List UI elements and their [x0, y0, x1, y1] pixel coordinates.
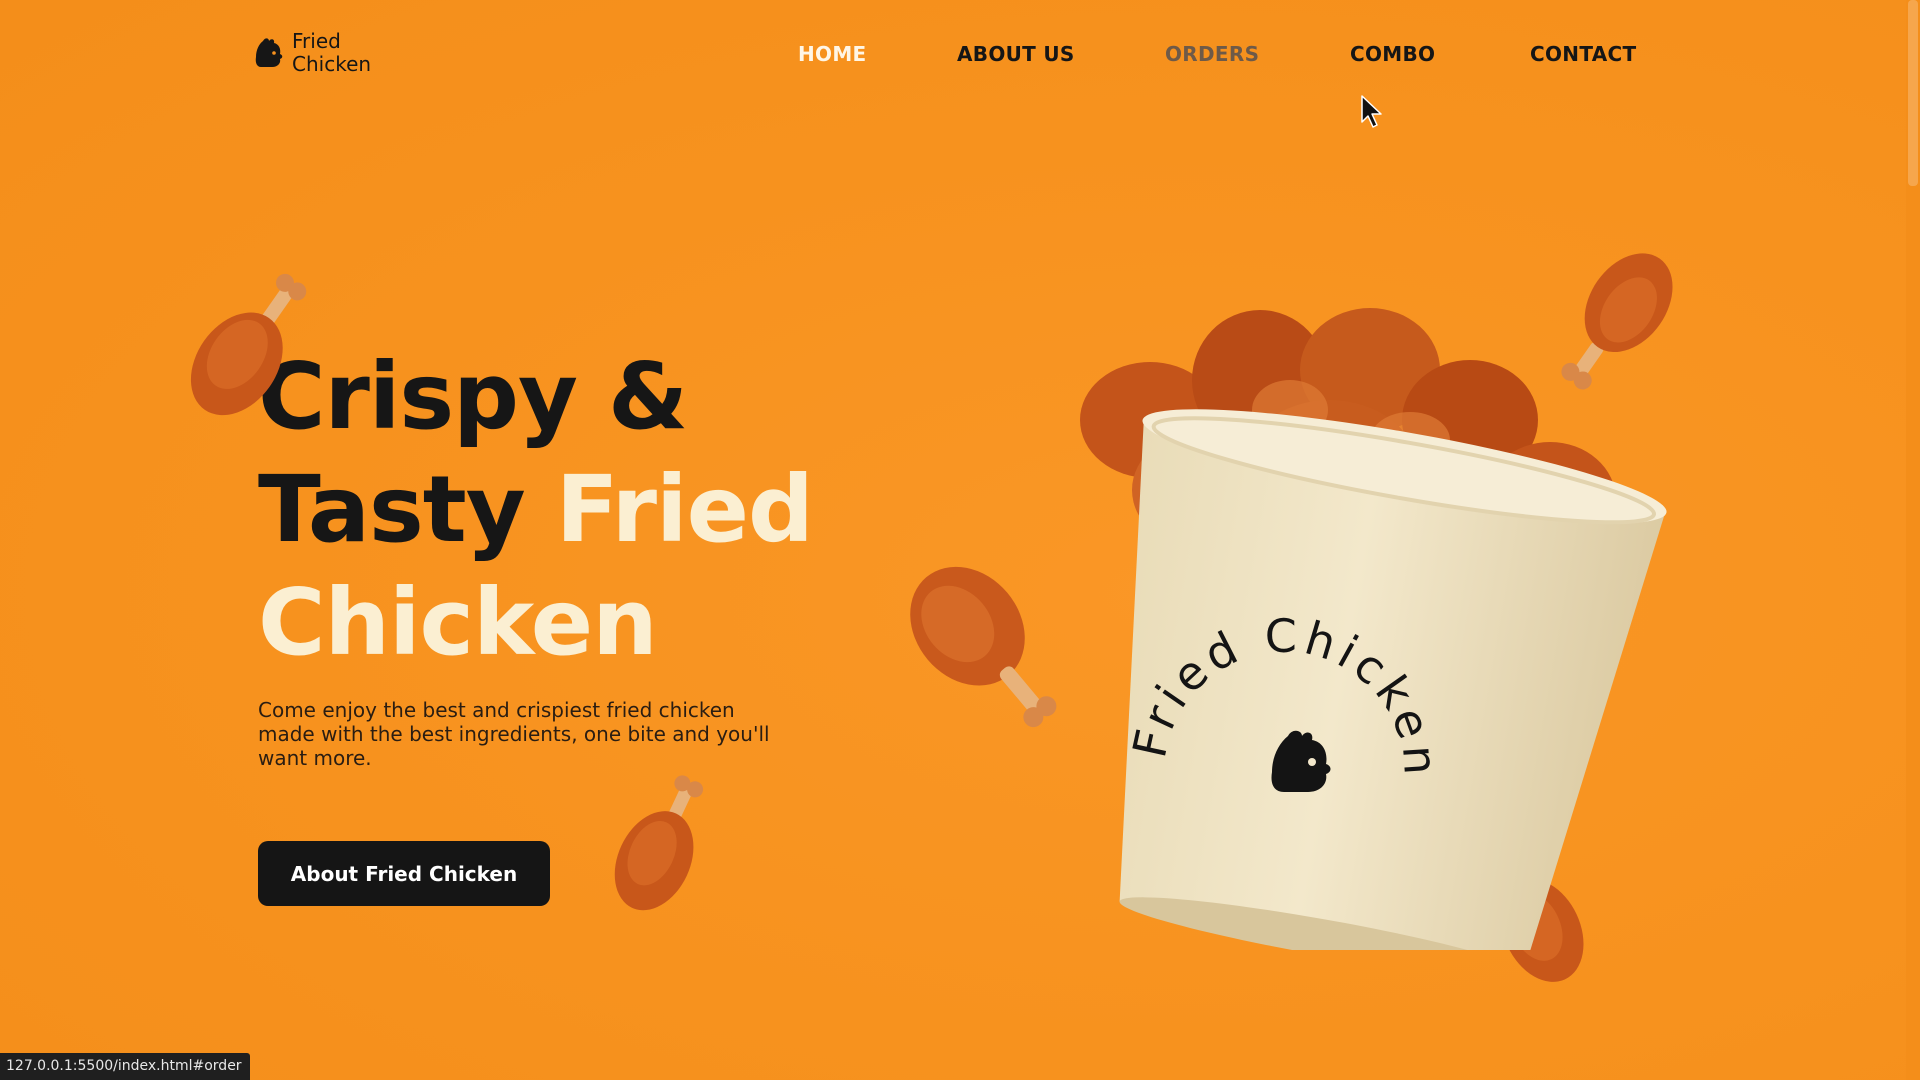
main-nav: HOME ABOUT US ORDERS COMBO CONTACT	[0, 42, 1920, 72]
fried-chicken-bucket-graphic: Fried Chicken	[1080, 308, 1667, 977]
hero-title: Crispy & Tasty Fried Chicken	[258, 340, 958, 679]
drumstick-image	[614, 775, 704, 911]
bucket-image: Fried Chicken	[1030, 290, 1670, 977]
hero-title-light-2: Chicken	[258, 569, 658, 676]
page-scrollbar[interactable]	[1906, 0, 1920, 1080]
nav-combo[interactable]: COMBO	[1350, 42, 1435, 66]
hero-description: Come enjoy the best and crispiest fried …	[258, 698, 770, 770]
landing-page: Fried Chicken HOME ABOUT US ORDERS COMBO…	[0, 0, 1920, 1080]
drumstick-image	[190, 273, 307, 416]
scrollbar-thumb[interactable]	[1908, 0, 1918, 186]
hero-title-dark-2: Tasty	[258, 456, 526, 563]
mouse-cursor-icon	[1361, 95, 1382, 128]
hero-title-light-1: Fried	[555, 456, 814, 563]
nav-orders[interactable]: ORDERS	[1165, 42, 1259, 66]
about-fried-chicken-button[interactable]: About Fried Chicken	[258, 841, 550, 906]
nav-home[interactable]: HOME	[798, 42, 867, 66]
nav-contact[interactable]: CONTACT	[1530, 42, 1636, 66]
status-bar-url: 127.0.0.1:5500/index.html#order	[0, 1053, 250, 1080]
nav-about-us[interactable]: ABOUT US	[957, 42, 1075, 66]
